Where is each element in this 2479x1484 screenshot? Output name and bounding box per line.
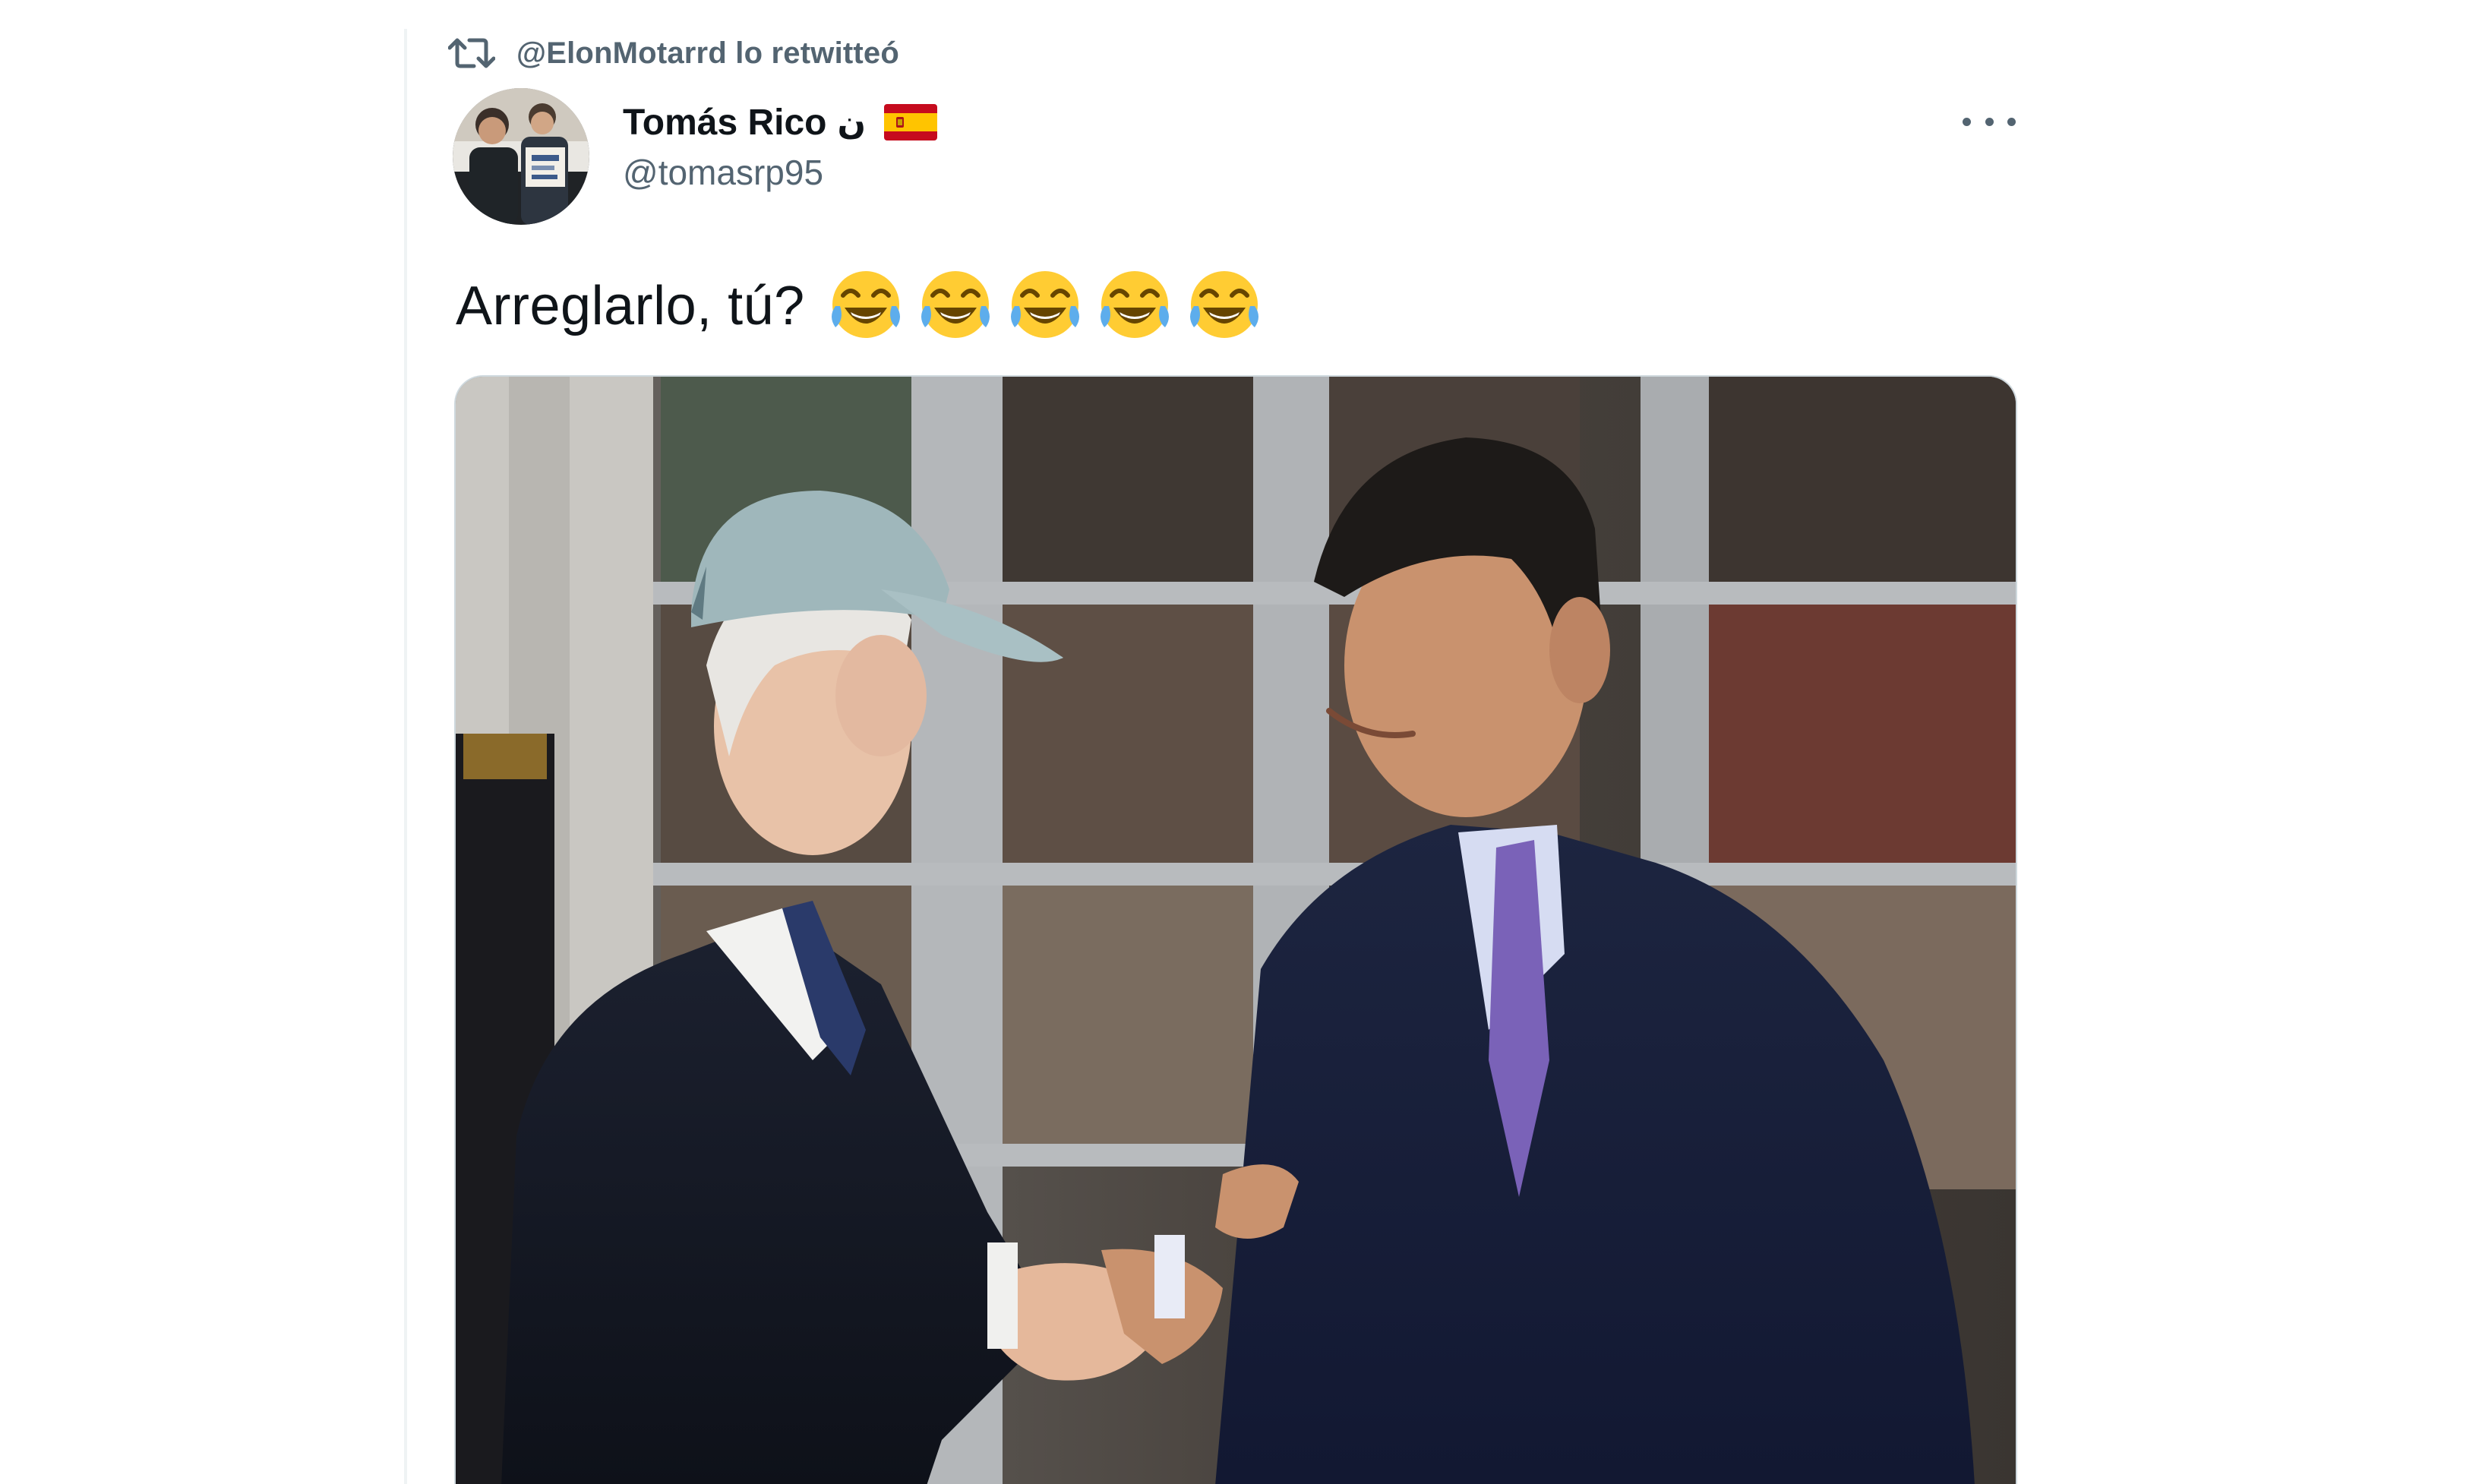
retweet-icon: [448, 38, 495, 68]
handshake-photo: [456, 377, 2016, 1484]
author-display-name[interactable]: Tomás Rico: [623, 102, 827, 144]
face-with-tears-of-joy-icon: [831, 271, 900, 338]
face-with-tears-of-joy-icon: [1100, 271, 1169, 338]
author-handle[interactable]: @tomasrp95: [623, 152, 823, 193]
face-with-tears-of-joy-icon: [1010, 271, 1079, 338]
retweet-text[interactable]: @ElonMotarrd lo retwitteó: [516, 36, 899, 71]
tweet-text-row: Arreglarlo, tú?: [456, 264, 1264, 348]
retweet-context[interactable]: @ElonMotarrd lo retwitteó: [448, 29, 899, 77]
more-dot-icon: [1963, 117, 1971, 126]
emoji-row: [826, 267, 1264, 346]
tweet-text: Arreglarlo, tú?: [456, 276, 805, 336]
author-name-row[interactable]: Tomás Rico ن: [623, 96, 938, 149]
more-options-button[interactable]: [1963, 106, 2016, 137]
tweet-media-photo[interactable]: [454, 375, 2017, 1484]
author-name-glyph: ن: [837, 103, 867, 142]
avatar[interactable]: [453, 88, 589, 225]
face-with-tears-of-joy-icon: [1189, 271, 1258, 338]
more-dot-icon: [1985, 117, 1994, 126]
avatar-photo: [453, 88, 589, 225]
timeline-divider: [404, 29, 407, 1484]
face-with-tears-of-joy-icon: [921, 271, 990, 338]
tweet-screenshot: @ElonMotarrd lo retwitteó Tomás Rico ن @…: [0, 0, 2479, 1484]
spain-flag-icon: [884, 104, 938, 141]
more-dot-icon: [2007, 117, 2016, 126]
